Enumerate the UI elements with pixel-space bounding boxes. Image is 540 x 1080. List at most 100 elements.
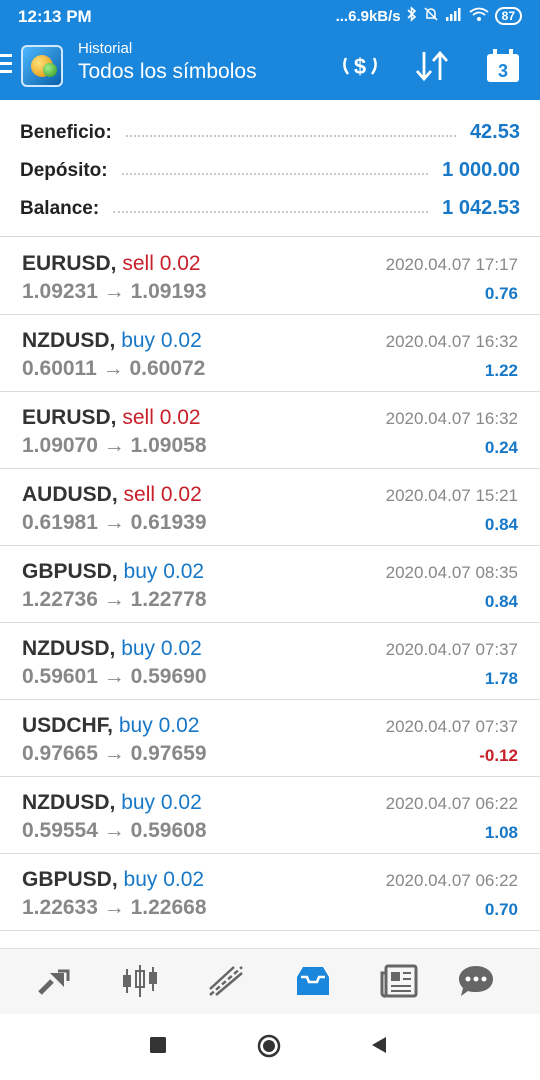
trade-prices: 0.97665 → 0.97659 [22,742,207,766]
open-price: 1.09231 [22,280,98,303]
trade-date: 2020.04.07 16:32 [385,409,518,428]
trade-symbol: EURUSD, [22,406,117,429]
trade-title: GBPUSD, buy 0.02 [22,868,204,892]
arrow-icon: → [103,819,125,842]
trade-volume: 0.02 [160,483,202,506]
trade-row[interactable]: NZDUSD, buy 0.02 0.60011 → 0.60072 2020.04… [0,315,540,392]
trade-row[interactable]: NZDUSD, buy 0.02 0.59601 → 0.59690 2020.04… [0,623,540,700]
trade-side: buy [123,868,158,891]
trade-volume: 0.02 [160,329,202,352]
recent-apps-icon[interactable] [149,1036,167,1059]
summary-label: Beneficio: [20,122,112,143]
trade-title: GBPUSD, buy 0.02 [22,560,204,584]
app-logo[interactable] [21,45,63,87]
home-icon[interactable] [257,1034,281,1063]
arrow-icon: → [103,280,125,303]
trade-symbol: EURUSD, [22,252,117,275]
trade-date: 2020.04.07 15:21 [385,486,518,505]
summary-label: Balance: [20,198,100,219]
sort-icon[interactable] [412,48,452,89]
trade-symbol: GBPUSD, [22,560,118,583]
trade-prices: 1.22633 → 1.22668 [22,896,207,920]
summary-row-deposit: Depósito: 1 000.00 [20,152,520,182]
summary-label: Depósito: [20,160,108,181]
trade-title: USDCHF, buy 0.02 [22,714,199,738]
top-bar: 12:13 PM ...6.9kB/s 87 Historial Todos l… [0,0,540,100]
quotes-icon[interactable] [32,961,76,1001]
trade-title: NZDUSD, buy 0.02 [22,791,202,815]
arrow-icon: → [103,665,125,688]
trade-title: AUDUSD, sell 0.02 [22,483,202,507]
status-icons: ...6.9kB/s 87 [336,6,522,26]
trade-profit: -0.12 [479,746,518,765]
back-icon[interactable] [370,1036,388,1059]
trade-volume: 0.02 [163,868,205,891]
trade-volume: 0.02 [160,791,202,814]
page-title: Todos los símbolos [78,60,257,83]
trade-date: 2020.04.07 06:22 [385,794,518,813]
bottom-nav [0,948,540,1014]
status-bar: 12:13 PM ...6.9kB/s 87 [0,0,540,34]
trade-date: 2020.04.07 08:35 [385,563,518,582]
wifi-icon [469,7,489,26]
trade-row[interactable]: EURUSD, sell 0.02 1.09070 → 1.09058 2020.0… [0,392,540,469]
trade-side: buy [121,329,156,352]
trade-symbol: GBPUSD, [22,868,118,891]
chart-icon[interactable] [118,961,162,1001]
close-price: 1.09193 [130,280,207,303]
arrow-icon: → [103,511,125,534]
open-price: 1.22633 [22,896,98,919]
currency-filter-icon[interactable]: $ [340,48,380,89]
close-price: 0.97659 [130,742,207,765]
trade-prices: 1.09070 → 1.09058 [22,434,207,458]
network-speed: ...6.9kB/s [335,7,401,25]
arrow-icon: → [103,742,125,765]
trade-profit: 0.70 [484,900,518,919]
signal-icon [445,7,463,25]
trade-row[interactable]: GBPUSD, buy 0.02 1.22736 → 1.22778 2020.04… [0,546,540,623]
summary-value: 42.53 [469,121,520,143]
trade-volume: 0.02 [159,252,201,275]
trade-row[interactable]: GBPUSD, buy 0.02 1.22633 → 1.22668 2020.04… [0,854,540,931]
trade-symbol: NZDUSD, [22,791,116,814]
trade-row[interactable]: NZDUSD, buy 0.02 0.59554 → 0.59608 2020.04… [0,777,540,854]
trade-symbol: NZDUSD, [22,329,116,352]
trade-date: 2020.04.07 17:17 [385,255,518,274]
trade-volume: 0.02 [163,560,205,583]
open-price: 1.22736 [22,588,98,611]
trade-symbol: USDCHF, [22,714,114,737]
app-titles[interactable]: Historial Todos los símbolos [78,40,257,84]
trade-side: buy [123,560,158,583]
app-bar: Historial Todos los símbolos $ 3 [0,38,540,100]
close-price: 1.22668 [130,896,207,919]
bluetooth-icon [407,6,417,26]
svg-text:$: $ [354,54,366,79]
trade-icon[interactable] [204,961,248,1001]
arrow-icon: → [103,588,125,611]
close-price: 0.59690 [130,665,207,688]
news-icon[interactable] [377,961,421,1001]
status-time: 12:13 PM [18,7,92,26]
close-price: 0.60072 [129,357,206,380]
open-price: 0.59554 [22,819,98,842]
trade-row[interactable]: EURUSD, sell 0.02 1.09231 → 1.09193 2020.0… [0,238,540,315]
trade-prices: 1.22736 → 1.22778 [22,588,207,612]
calendar-icon[interactable]: 3 [484,48,522,89]
trade-title: EURUSD, sell 0.02 [22,252,201,276]
chat-icon[interactable] [454,961,498,1001]
trade-profit: 0.84 [484,515,518,534]
arrow-icon: → [102,357,124,380]
page-subtitle: Historial [78,40,133,57]
trade-row[interactable]: USDCHF, buy 0.02 0.97665 → 0.97659 2020.04… [0,700,540,777]
trade-row[interactable]: AUDUSD, sell 0.02 0.61981 → 0.61939 2020.0… [0,469,540,546]
trade-date: 2020.04.07 07:37 [385,717,518,736]
trade-profit: 0.76 [484,284,518,303]
alarm-off-icon [423,6,439,26]
summary-panel: Beneficio: 42.53 Depósito: 1 000.00 Bala… [0,100,540,237]
trade-prices: 0.61981 → 0.61939 [22,511,207,535]
trade-profit: 1.08 [484,823,518,842]
trade-date: 2020.04.07 16:32 [385,332,518,351]
history-icon[interactable] [291,961,335,1001]
trade-profit: 1.78 [484,669,518,688]
menu-icon[interactable] [0,54,14,76]
